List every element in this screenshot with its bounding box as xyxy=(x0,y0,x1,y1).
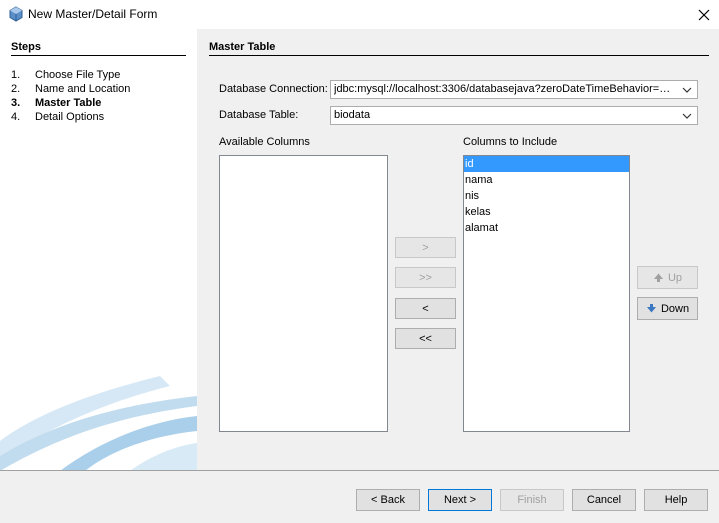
step-label: Choose File Type xyxy=(35,69,121,81)
help-button[interactable]: Help xyxy=(644,489,708,511)
heading-divider xyxy=(209,55,709,56)
db-connection-label: Database Connection: xyxy=(219,83,328,95)
steps-heading: Steps xyxy=(11,41,41,53)
step-name-and-location: 2. Name and Location xyxy=(11,82,130,96)
step-master-table: 3. Master Table xyxy=(11,96,130,110)
step-choose-file-type: 1. Choose File Type xyxy=(11,68,130,82)
chevron-down-icon xyxy=(682,87,692,93)
cancel-button[interactable]: Cancel xyxy=(572,489,636,511)
page-title: Master Table xyxy=(209,41,276,53)
list-item[interactable]: nis xyxy=(464,188,629,204)
step-number: 3. xyxy=(11,97,21,109)
steps-list: 1. Choose File Type 2. Name and Location… xyxy=(11,68,130,124)
list-item[interactable]: nama xyxy=(464,172,629,188)
move-up-button[interactable]: Up xyxy=(637,266,698,289)
db-connection-value: jdbc:mysql://localhost:3306/databasejava… xyxy=(334,83,673,95)
db-table-combo[interactable]: biodata xyxy=(330,106,698,125)
move-down-label: Down xyxy=(660,302,690,315)
list-item[interactable]: id xyxy=(464,156,629,172)
chevron-down-icon xyxy=(682,113,692,119)
step-detail-options: 4. Detail Options xyxy=(11,110,130,124)
remove-column-button[interactable]: < xyxy=(395,298,456,319)
available-columns-list[interactable] xyxy=(219,155,388,432)
steps-panel: Steps 1. Choose File Type 2. Name and Lo… xyxy=(0,29,197,471)
netbeans-app-icon xyxy=(9,6,23,22)
remove-all-columns-button[interactable]: << xyxy=(395,328,456,349)
button-bar: < Back Next > Finish Cancel Help xyxy=(0,471,719,523)
list-item[interactable]: kelas xyxy=(464,204,629,220)
add-all-columns-button[interactable]: >> xyxy=(395,267,456,288)
step-number: 4. xyxy=(11,111,21,123)
step-label: Master Table xyxy=(35,97,102,109)
next-button[interactable]: Next > xyxy=(428,489,492,511)
step-number: 1. xyxy=(11,69,21,81)
move-down-button[interactable]: Down xyxy=(637,297,698,320)
add-column-button[interactable]: > xyxy=(395,237,456,258)
arrow-up-icon xyxy=(653,273,663,282)
close-button[interactable] xyxy=(689,0,719,29)
finish-button[interactable]: Finish xyxy=(500,489,564,511)
include-columns-list[interactable]: id nama nis kelas alamat xyxy=(463,155,630,432)
step-label: Detail Options xyxy=(35,111,105,123)
db-table-label: Database Table: xyxy=(219,109,299,121)
db-connection-combo[interactable]: jdbc:mysql://localhost:3306/databasejava… xyxy=(330,80,698,99)
step-label: Name and Location xyxy=(35,83,131,95)
db-table-value: biodata xyxy=(334,109,371,121)
window-title: New Master/Detail Form xyxy=(28,7,158,21)
close-icon xyxy=(698,9,710,20)
steps-divider xyxy=(11,55,186,56)
available-columns-label: Available Columns xyxy=(219,136,310,148)
decorative-swoosh-graphic xyxy=(0,376,197,471)
arrow-down-icon xyxy=(646,304,656,313)
title-bar: New Master/Detail Form xyxy=(0,0,719,29)
include-columns-label: Columns to Include xyxy=(463,136,558,148)
list-item[interactable]: alamat xyxy=(464,220,629,236)
step-number: 2. xyxy=(11,83,21,95)
move-up-label: Up xyxy=(667,271,683,284)
back-button[interactable]: < Back xyxy=(356,489,420,511)
